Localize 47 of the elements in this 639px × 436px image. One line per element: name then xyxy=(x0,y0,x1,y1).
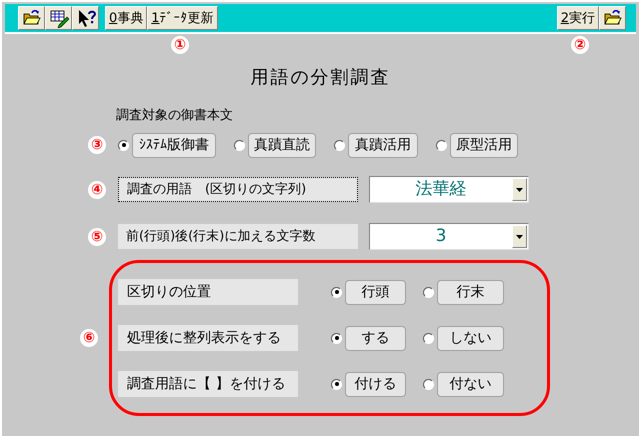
option-button[interactable]: 原型活用 xyxy=(450,132,518,158)
field-label: 前(行頭)後(行末)に加える文字数 xyxy=(118,224,358,249)
setting-label: 区切りの位置 xyxy=(118,279,298,305)
table-pencil-icon xyxy=(48,8,68,28)
toolbar-button[interactable] xyxy=(45,6,72,30)
radio-button[interactable] xyxy=(118,140,129,150)
setting-label: 調査用語に【 】を付ける xyxy=(118,371,298,397)
option-button[interactable]: しない xyxy=(437,326,504,350)
toolbar-button[interactable] xyxy=(18,6,45,30)
toolbar-button[interactable]: 0事典 xyxy=(105,6,148,30)
radio-button[interactable] xyxy=(234,140,245,150)
radio-button[interactable] xyxy=(331,332,342,344)
callout-marker: ① xyxy=(171,36,189,54)
caret-icon xyxy=(516,188,523,192)
radio-button[interactable] xyxy=(334,140,345,150)
page-title: 用語の分割調査 xyxy=(250,66,390,90)
radio-button[interactable] xyxy=(423,332,434,344)
field-label: 調査の用語 (区切りの文字列) xyxy=(118,177,358,202)
dropdown-arrow-button[interactable] xyxy=(512,178,527,201)
dropdown-arrow-button[interactable] xyxy=(512,225,527,248)
option-button[interactable]: 付ない xyxy=(437,372,504,396)
callout-marker: ② xyxy=(571,36,589,54)
toolbar-button[interactable] xyxy=(599,6,626,30)
radio-button[interactable] xyxy=(423,286,434,298)
section-label: 調査対象の御書本文 xyxy=(116,107,234,125)
toolbar-button[interactable]: 2実行 xyxy=(556,6,599,30)
option-button[interactable]: 行頭 xyxy=(345,280,406,304)
callout-marker: ④ xyxy=(88,180,106,198)
radio-button[interactable] xyxy=(436,140,447,150)
radio-button[interactable] xyxy=(331,378,342,390)
option-button[interactable]: 真蹟活用 xyxy=(348,132,418,158)
dropdown-field[interactable]: 3 xyxy=(369,223,529,250)
callout-marker: ③ xyxy=(88,136,106,154)
option-button[interactable]: 行末 xyxy=(437,280,504,304)
option-button[interactable]: ｼｽﾃﾑ版御書 xyxy=(132,132,216,158)
callout-marker: ⑤ xyxy=(88,228,106,246)
callout-marker: ⑥ xyxy=(80,329,98,347)
caret-icon xyxy=(516,234,523,238)
setting-label: 処理後に整列表示をする xyxy=(118,325,298,351)
option-button[interactable]: 付ける xyxy=(345,372,406,396)
option-button[interactable]: 真蹟直読 xyxy=(248,132,316,158)
radio-button[interactable] xyxy=(423,378,434,390)
option-button[interactable]: する xyxy=(345,326,406,350)
radio-button[interactable] xyxy=(331,286,342,298)
dropdown-field[interactable]: 法華経 xyxy=(369,176,529,203)
toolbar-button[interactable]: 1ﾃﾞｰﾀ更新 xyxy=(147,6,218,30)
toolbar-button[interactable] xyxy=(72,6,99,30)
